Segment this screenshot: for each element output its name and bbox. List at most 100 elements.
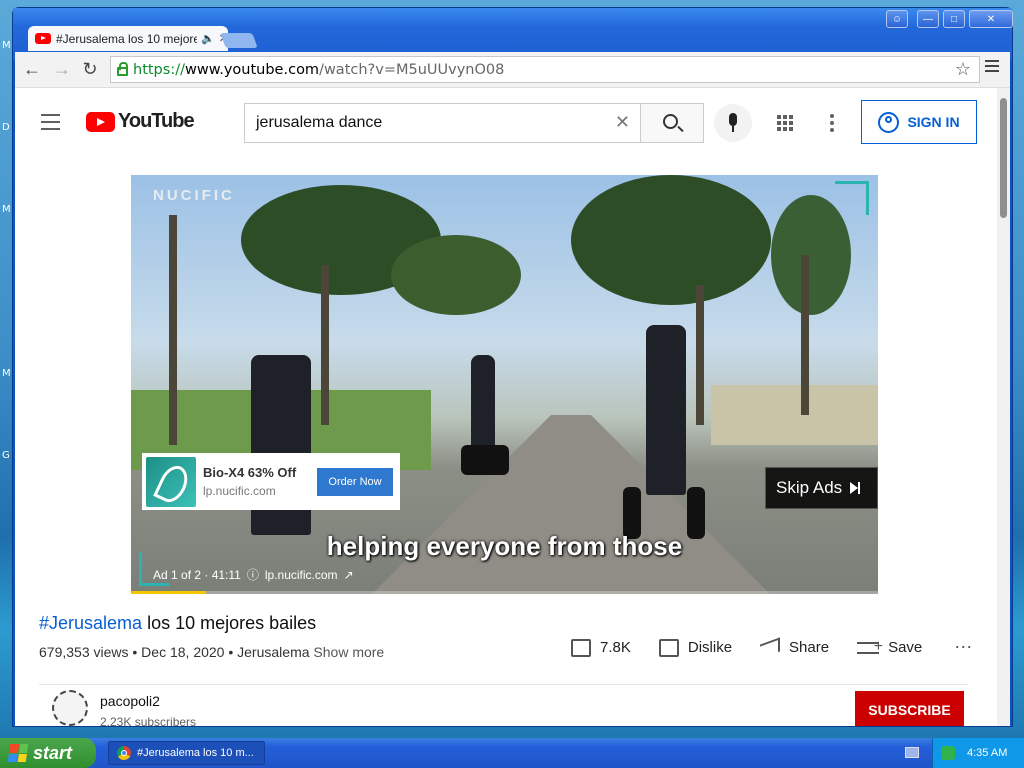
dislike-button[interactable]: Dislike (658, 638, 733, 657)
user-icon (878, 111, 900, 133)
browser-window: #Jerusalema los 10 mejores bailes 🔈 ✕ ☺ … (13, 8, 1013, 726)
thumbs-down-icon (658, 638, 679, 657)
speaker-icon[interactable]: 🔈 (201, 32, 215, 45)
settings-kebab-icon[interactable] (830, 114, 834, 135)
desktop-glyph: D (2, 122, 10, 133)
network-tray-icon[interactable] (941, 746, 955, 760)
channel-row: pacopoli2 2.23K subscribers SUBSCRIBE (39, 684, 968, 726)
scrollbar-thumb[interactable] (1000, 98, 1007, 218)
video-title: #Jerusalema los 10 mejores bailes (39, 613, 316, 634)
channel-name[interactable]: pacopoli2 (100, 693, 160, 709)
share-label: Share (789, 639, 830, 656)
bookmark-star-icon[interactable]: ☆ (955, 59, 971, 80)
clear-search-icon[interactable]: ✕ (615, 112, 630, 133)
youtube-logo[interactable]: YouTube (86, 110, 195, 133)
lock-icon (117, 62, 128, 76)
desktop-glyph: M (2, 40, 11, 51)
taskbar: start #Jerusalema los 10 m... 4:35 AM (0, 738, 1024, 768)
dislike-label: Dislike (687, 639, 733, 656)
ad-info: Ad 1 of 2 · 41:11 ⓘ lp.nucific.com ↗ (153, 566, 354, 583)
scene-palm-trunk (801, 255, 809, 415)
more-actions-icon[interactable]: ⋯ (954, 637, 974, 658)
voice-search-icon[interactable] (714, 104, 752, 142)
url-scheme: https:// (133, 61, 185, 78)
hamburger-menu-icon[interactable] (41, 114, 60, 135)
channel-avatar[interactable] (52, 690, 88, 726)
scene-person (646, 325, 686, 495)
share-button[interactable]: Share (760, 636, 830, 659)
back-arrow-icon[interactable]: ← (21, 58, 43, 80)
minimize-button[interactable]: — (917, 10, 939, 28)
share-arrow-icon (760, 636, 781, 659)
ad-logo-icon (146, 456, 196, 507)
taskbar-chrome-item[interactable]: #Jerusalema los 10 m... (108, 741, 265, 765)
youtube-wordmark: YouTube (118, 110, 195, 132)
close-button[interactable]: ✕ (969, 10, 1013, 28)
ad-counter: Ad 1 of 2 · 41:11 (153, 567, 241, 582)
sign-in-button[interactable]: SIGN IN (861, 100, 977, 144)
ad-progress-fill (131, 591, 206, 594)
browser-tab[interactable]: #Jerusalema los 10 mejores bailes 🔈 ✕ (28, 26, 228, 51)
address-bar[interactable]: https://www.youtube.com/watch?v=M5uUUvyn… (110, 56, 980, 83)
reload-icon[interactable]: ↻ (79, 58, 101, 80)
start-label: start (33, 742, 73, 763)
browser-toolbar: ← → ↻ https://www.youtube.com/watch?v=M5… (15, 52, 1010, 88)
desktop-glyph: G (2, 450, 10, 461)
ad-url: lp.nucific.com (203, 484, 276, 498)
corner-decoration (835, 181, 869, 215)
show-more-link[interactable]: Show more (313, 644, 384, 660)
ad-card[interactable]: Bio-X4 63% Off lp.nucific.com Order Now (142, 453, 400, 510)
ad-progress-bar[interactable] (131, 591, 878, 594)
search-query: jerusalema dance (256, 114, 383, 131)
skip-next-icon (850, 482, 861, 494)
chrome-icon (117, 746, 131, 760)
windows-flag-icon (7, 744, 29, 762)
save-button[interactable]: Save (857, 638, 923, 656)
external-link-icon[interactable]: ↗ (344, 568, 354, 582)
save-playlist-icon (857, 638, 883, 656)
info-icon[interactable]: ⓘ (247, 566, 259, 583)
video-player[interactable]: NUCIFIC Bio-X4 63% Off lp.nucific.com Or… (131, 175, 878, 594)
keyboard-icon[interactable] (905, 747, 919, 758)
video-actions: 7.8K Dislike Share Save ⋯ (571, 636, 974, 659)
scene-palm-trunk (321, 265, 329, 425)
youtube-page: YouTube jerusalema dance ✕ SIGN IN NUCIF… (15, 88, 996, 726)
subscriber-count: 2.23K subscribers (100, 715, 197, 726)
taskbar-item-label: #Jerusalema los 10 m... (137, 747, 254, 759)
scene-palm (571, 175, 771, 305)
start-button[interactable]: start (0, 738, 96, 768)
nucific-watermark: NUCIFIC (153, 187, 235, 204)
browser-menu-icon[interactable] (985, 60, 999, 75)
tab-title: #Jerusalema los 10 mejores bailes (56, 31, 198, 46)
clock[interactable]: 4:35 AM (967, 747, 1007, 759)
skip-ads-button[interactable]: Skip Ads (765, 467, 878, 509)
scene-wheel (461, 445, 509, 475)
order-now-button[interactable]: Order Now (317, 467, 393, 496)
page-scrollbar[interactable] (997, 88, 1010, 726)
thumbs-up-icon (571, 638, 591, 657)
ad-info-url[interactable]: lp.nucific.com (265, 568, 338, 582)
maximize-button[interactable]: □ (943, 10, 965, 28)
save-label: Save (888, 639, 923, 656)
subscribe-button[interactable]: SUBSCRIBE (855, 691, 964, 726)
search-input[interactable]: jerusalema dance ✕ (244, 103, 640, 143)
system-tray: 4:35 AM (932, 738, 1024, 768)
hashtag-link[interactable]: #Jerusalema (39, 613, 142, 633)
forward-arrow-icon[interactable]: → (51, 58, 73, 80)
like-count: 7.8K (600, 639, 631, 656)
apps-grid-icon[interactable] (777, 115, 793, 131)
youtube-favicon-icon (35, 33, 51, 44)
desktop-glyph: M (2, 368, 11, 379)
video-meta-text: 679,353 views • Dec 18, 2020 • Jerusalem… (39, 644, 310, 660)
desktop-glyph: M (2, 204, 11, 215)
profile-button[interactable]: ☺ (886, 10, 908, 28)
search-button[interactable] (640, 103, 704, 143)
video-meta: 679,353 views • Dec 18, 2020 • Jerusalem… (39, 644, 384, 660)
new-tab-button[interactable] (220, 33, 258, 48)
url-host: www.youtube.com (184, 61, 320, 78)
search-icon (663, 114, 678, 129)
like-button[interactable]: 7.8K (571, 638, 631, 657)
ad-title: Bio-X4 63% Off (203, 465, 297, 480)
scene-lamppost (169, 215, 177, 445)
youtube-play-icon (86, 111, 115, 132)
